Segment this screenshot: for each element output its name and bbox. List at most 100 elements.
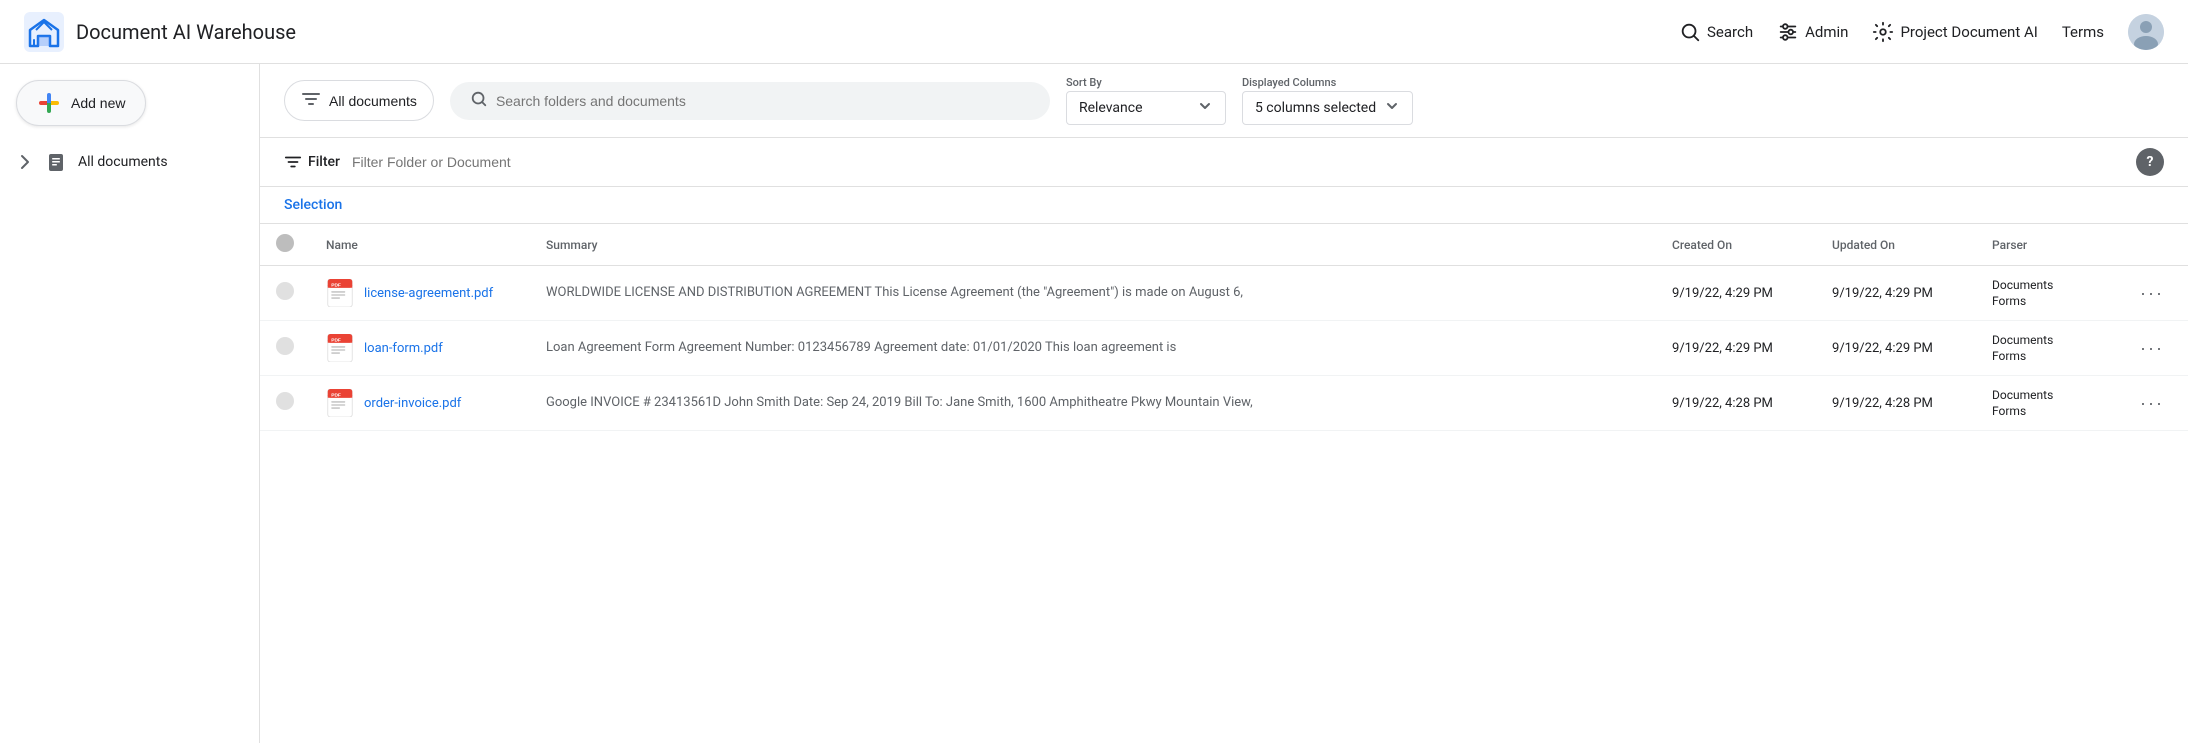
project-nav-item[interactable]: Project Document AI [1872, 21, 2037, 43]
displayed-columns-dropdown[interactable]: 5 columns selected [1242, 91, 1413, 125]
table-header-name[interactable]: Name [310, 224, 530, 266]
admin-nav-item[interactable]: Admin [1777, 21, 1848, 43]
table-row: PDF license-agreement.pdf WORLDWIDE LICE… [260, 266, 2188, 321]
svg-text:PDF: PDF [331, 282, 341, 288]
row-name-cell[interactable]: PDF license-agreement.pdf [310, 266, 530, 321]
displayed-columns-label: Displayed Columns [1242, 76, 1413, 89]
selection-link[interactable]: Selection [284, 197, 342, 213]
pdf-file-icon: PDF [326, 389, 354, 417]
row-updated-cell: 9/19/22, 4:29 PM [1816, 321, 1976, 376]
row-filename[interactable]: loan-form.pdf [364, 341, 443, 356]
selection-bar: Selection [260, 187, 2188, 224]
row-checkbox-cell [260, 321, 310, 376]
filter-lines-icon [301, 89, 321, 112]
table-header-created[interactable]: Created On [1656, 224, 1816, 266]
row-created-cell: 9/19/22, 4:29 PM [1656, 266, 1816, 321]
row-created: 9/19/22, 4:29 PM [1672, 341, 1773, 356]
more-actions-button[interactable]: ··· [2132, 334, 2172, 363]
chevron-right-icon [16, 153, 34, 171]
svg-text:PDF: PDF [331, 337, 341, 343]
row-created-cell: 9/19/22, 4:28 PM [1656, 376, 1816, 431]
row-updated-cell: 9/19/22, 4:29 PM [1816, 266, 1976, 321]
sort-by-group: Sort By Relevance [1066, 76, 1226, 125]
row-summary: WORLDWIDE LICENSE AND DISTRIBUTION AGREE… [546, 285, 1243, 300]
all-documents-label: All documents [329, 93, 417, 109]
top-navigation: Document AI Warehouse Search [0, 0, 2188, 64]
plus-icon [37, 91, 61, 115]
row-updated: 9/19/22, 4:29 PM [1832, 341, 1933, 356]
filter-label: Filter [308, 154, 340, 170]
terms-nav-label: Terms [2062, 23, 2104, 41]
main-content: All documents Sort By Relevance [260, 64, 2188, 743]
row-updated: 9/19/22, 4:29 PM [1832, 286, 1933, 301]
row-actions-cell: ··· [2116, 376, 2188, 431]
add-new-label: Add new [71, 95, 125, 111]
table-header-check [260, 224, 310, 266]
row-updated-cell: 9/19/22, 4:28 PM [1816, 376, 1976, 431]
row-filename[interactable]: order-invoice.pdf [364, 396, 461, 411]
row-checkbox-cell [260, 266, 310, 321]
logo-icon [24, 12, 64, 52]
chevron-down-icon-2 [1384, 98, 1400, 118]
all-documents-filter-button[interactable]: All documents [284, 80, 434, 121]
parser-tag: Forms [1992, 294, 2100, 308]
sort-by-label: Sort By [1066, 76, 1226, 89]
filter-icon-group: Filter [284, 153, 340, 171]
parser-tag: Documents [1992, 333, 2100, 347]
row-checkbox[interactable] [276, 337, 294, 355]
row-created: 9/19/22, 4:28 PM [1672, 396, 1773, 411]
displayed-columns-group: Displayed Columns 5 columns selected [1242, 76, 1413, 125]
nav-actions: Search Admin P [1679, 14, 2164, 50]
row-parser-cell: DocumentsForms [1976, 321, 2116, 376]
row-parser: Documents Forms [1992, 278, 2100, 308]
search-bar [450, 82, 1050, 120]
filter-input[interactable] [352, 154, 2124, 170]
sidebar-item-all-documents[interactable]: All documents [0, 142, 259, 182]
parser-tag: Documents [1992, 278, 2100, 292]
row-name-cell[interactable]: PDF order-invoice.pdf [310, 376, 530, 431]
row-summary-cell: Loan Agreement Form Agreement Number: 01… [530, 321, 1656, 376]
row-created: 9/19/22, 4:29 PM [1672, 286, 1773, 301]
table-header-updated[interactable]: Updated On [1816, 224, 1976, 266]
more-actions-button[interactable]: ··· [2132, 389, 2172, 418]
document-icon [46, 152, 66, 172]
search-nav-item[interactable]: Search [1679, 21, 1753, 43]
terms-nav-item[interactable]: Terms [2062, 23, 2104, 41]
sort-by-value: Relevance [1079, 100, 1143, 116]
header-checkbox[interactable] [276, 234, 294, 252]
sidebar-all-documents-label: All documents [78, 154, 168, 170]
sort-by-dropdown[interactable]: Relevance [1066, 91, 1226, 125]
row-checkbox[interactable] [276, 392, 294, 410]
documents-table: Name Summary Created On Updated On Parse… [260, 224, 2188, 431]
table-header-actions [2116, 224, 2188, 266]
search-input[interactable] [496, 93, 1030, 109]
row-parser: DocumentsForms [1992, 388, 2100, 418]
table-row: PDF order-invoice.pdf Google INVOICE # 2… [260, 376, 2188, 431]
row-checkbox[interactable] [276, 282, 294, 300]
row-actions-cell: ··· [2116, 321, 2188, 376]
row-filename[interactable]: license-agreement.pdf [364, 286, 493, 301]
search-icon [1679, 21, 1701, 43]
add-new-button[interactable]: Add new [16, 80, 146, 126]
user-avatar[interactable] [2128, 14, 2164, 50]
table-header-parser[interactable]: Parser [1976, 224, 2116, 266]
svg-text:PDF: PDF [331, 392, 341, 398]
row-checkbox-cell [260, 376, 310, 431]
app-logo[interactable]: Document AI Warehouse [24, 12, 296, 52]
table-row: PDF loan-form.pdf Loan Agreement Form Ag… [260, 321, 2188, 376]
displayed-columns-value: 5 columns selected [1255, 100, 1376, 116]
filter-bar: Filter ? [260, 138, 2188, 187]
row-summary-cell: Google INVOICE # 23413561D John Smith Da… [530, 376, 1656, 431]
row-summary-cell: WORLDWIDE LICENSE AND DISTRIBUTION AGREE… [530, 266, 1656, 321]
help-button[interactable]: ? [2136, 148, 2164, 176]
row-parser: DocumentsForms [1992, 333, 2100, 363]
search-bar-icon [470, 90, 488, 112]
sliders-icon [1777, 21, 1799, 43]
row-name-cell[interactable]: PDF loan-form.pdf [310, 321, 530, 376]
more-actions-button[interactable]: ··· [2132, 279, 2172, 308]
help-icon: ? [2147, 154, 2154, 170]
gear-icon [1872, 21, 1894, 43]
table-header-summary[interactable]: Summary [530, 224, 1656, 266]
admin-nav-label: Admin [1805, 23, 1848, 41]
app-title: Document AI Warehouse [76, 20, 296, 44]
